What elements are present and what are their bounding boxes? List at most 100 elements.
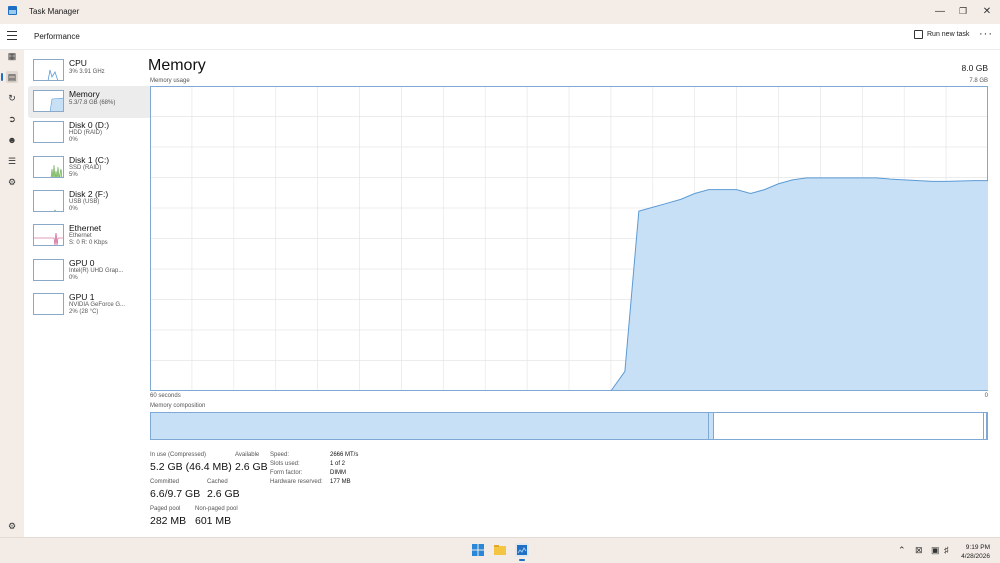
cached-label: Cached bbox=[207, 479, 228, 485]
detail-title: Memory bbox=[148, 57, 206, 74]
window-title: Task Manager bbox=[29, 7, 80, 16]
run-new-task-button[interactable]: Run new task bbox=[914, 30, 969, 39]
disk0-thumbnail bbox=[33, 121, 64, 143]
start-button[interactable] bbox=[471, 543, 485, 557]
services-icon[interactable]: ⚙ bbox=[6, 176, 18, 188]
speed-label: Speed: bbox=[270, 452, 290, 458]
memory-usage-graph bbox=[150, 86, 988, 391]
resource-detail: USB (USB) bbox=[69, 199, 100, 205]
memory-composition-bar bbox=[150, 412, 988, 440]
close-button[interactable]: ✕ bbox=[975, 1, 999, 21]
users-icon[interactable]: ☻ bbox=[6, 134, 18, 146]
run-task-icon bbox=[914, 30, 923, 39]
file-explorer-button[interactable] bbox=[493, 543, 507, 557]
volume-icon[interactable]: ♯ bbox=[944, 545, 949, 555]
in-use-label: In use (Compressed) bbox=[150, 452, 207, 458]
task-manager-taskbar-button[interactable] bbox=[515, 543, 529, 561]
performance-icon[interactable]: ▤ bbox=[1, 71, 18, 83]
startup-apps-icon[interactable]: ➲ bbox=[6, 113, 18, 125]
settings-icon[interactable]: ⚙ bbox=[6, 520, 18, 532]
slots-value: 1 of 2 bbox=[330, 461, 346, 467]
resource-disk1[interactable]: Disk 1 (C:) SSD (RAID) 5% bbox=[28, 155, 158, 187]
more-options-button[interactable]: ··· bbox=[979, 28, 993, 40]
run-new-task-label: Run new task bbox=[927, 31, 970, 38]
close-icon: ✕ bbox=[982, 5, 992, 17]
committed-value: 6.6/9.7 GB bbox=[150, 488, 201, 500]
resource-detail: 3% 3.91 GHz bbox=[69, 69, 105, 75]
paged-pool-value: 282 MB bbox=[150, 515, 187, 527]
header-bar: Performance Run new task ··· bbox=[0, 24, 1000, 50]
resource-name: Disk 0 (D:) bbox=[69, 120, 110, 130]
resource-detail: 5.3/7.8 GB (68%) bbox=[69, 100, 116, 106]
resource-detail: S: 0 R: 0 Kbps bbox=[69, 240, 108, 246]
performance-pane: CPU 3% 3.91 GHz Memory 5.3/7.8 GB (68%) … bbox=[24, 50, 1000, 537]
resource-detail: 2% (28 °C) bbox=[69, 309, 99, 315]
memory-usage-max: 7.8 GB bbox=[969, 78, 988, 84]
gpu0-thumbnail bbox=[33, 259, 64, 281]
graph-axis-right-label: 0 bbox=[984, 393, 988, 399]
disk1-thumbnail bbox=[33, 156, 64, 178]
minimize-button[interactable]: — bbox=[928, 1, 952, 21]
memory-total: 8.0 GB bbox=[961, 63, 988, 73]
memory-usage-label: Memory usage bbox=[150, 78, 190, 84]
available-label: Available bbox=[235, 452, 260, 458]
resource-detail: Intel(R) UHD Grap... bbox=[69, 268, 124, 274]
form-factor-value: DIMM bbox=[330, 470, 346, 476]
clock-time: 9:19 PM bbox=[965, 544, 990, 551]
resource-disk2[interactable]: Disk 2 (F:) USB (USB) 0% bbox=[28, 189, 158, 221]
taskbar-clock[interactable]: 9:19 PM 4/28/2026 bbox=[961, 543, 990, 561]
resource-detail: 0% bbox=[69, 137, 78, 143]
hardware-reserved-value: 177 MB bbox=[330, 479, 351, 485]
in-use-value: 5.2 GB (46.4 MB) bbox=[150, 461, 232, 473]
resource-disk0[interactable]: Disk 0 (D:) HDD (RAID) 0% bbox=[28, 120, 158, 152]
composition-segment-free[interactable] bbox=[983, 413, 987, 439]
gpu1-thumbnail bbox=[33, 293, 64, 315]
resource-detail: HDD (RAID) bbox=[69, 130, 102, 136]
speed-value: 2666 MT/s bbox=[330, 452, 359, 458]
resource-detail: 5% bbox=[69, 172, 78, 178]
resource-gpu0[interactable]: GPU 0 Intel(R) UHD Grap... 0% bbox=[28, 258, 158, 290]
cached-value: 2.6 GB bbox=[207, 488, 240, 500]
cpu-thumbnail bbox=[33, 59, 64, 81]
resource-gpu1[interactable]: GPU 1 NVIDIA GeForce G... 2% (28 °C) bbox=[28, 292, 158, 324]
restore-button[interactable]: ❐ bbox=[951, 1, 975, 21]
processes-icon[interactable]: ▦ bbox=[6, 50, 18, 62]
resource-name: Disk 1 (C:) bbox=[69, 155, 110, 165]
display-icon[interactable]: ▣ bbox=[931, 545, 940, 556]
composition-segment-in-use[interactable] bbox=[151, 413, 710, 439]
resource-detail: 0% bbox=[69, 275, 78, 281]
page-title: Performance bbox=[34, 32, 80, 41]
graph-axis-left-label: 60 seconds bbox=[150, 393, 181, 399]
memory-thumbnail bbox=[33, 90, 64, 112]
resource-ethernet[interactable]: Ethernet Ethernet S: 0 R: 0 Kbps bbox=[28, 223, 158, 255]
resource-detail: 0% bbox=[69, 206, 78, 212]
resource-name: GPU 1 bbox=[69, 292, 95, 302]
resource-name: Memory bbox=[69, 89, 100, 99]
hardware-reserved-label: Hardware reserved: bbox=[270, 479, 323, 485]
title-bar: Task Manager — ❐ ✕ bbox=[0, 0, 1000, 24]
taskbar: ⌃ ⊠ ▣ ♯ 9:19 PM 4/28/2026 bbox=[0, 537, 1000, 563]
memory-usage-area bbox=[610, 177, 988, 391]
hamburger-menu-icon[interactable] bbox=[7, 31, 17, 41]
app-history-icon[interactable]: ↻ bbox=[6, 92, 18, 104]
composition-segment-standby[interactable] bbox=[714, 413, 984, 439]
minimize-icon: — bbox=[935, 5, 945, 17]
resource-detail: SSD (RAID) bbox=[69, 165, 102, 171]
memory-composition-label: Memory composition bbox=[150, 403, 206, 409]
clock-date: 4/28/2026 bbox=[961, 553, 990, 560]
non-paged-pool-label: Non-paged pool bbox=[195, 506, 238, 512]
ethernet-thumbnail bbox=[33, 224, 64, 246]
folder-icon bbox=[494, 545, 506, 555]
chevron-up-icon[interactable]: ⌃ bbox=[898, 545, 906, 556]
resource-memory[interactable]: Memory 5.3/7.8 GB (68%) bbox=[28, 86, 158, 118]
details-icon[interactable]: ☰ bbox=[6, 155, 18, 167]
resource-name: GPU 0 bbox=[69, 258, 95, 268]
resource-detail: Ethernet bbox=[69, 233, 92, 239]
disk2-thumbnail bbox=[33, 190, 64, 212]
network-icon[interactable]: ⊠ bbox=[915, 545, 923, 556]
paged-pool-label: Paged pool bbox=[150, 506, 181, 512]
resource-name: CPU bbox=[69, 58, 87, 68]
restore-icon: ❐ bbox=[958, 5, 968, 16]
task-manager-icon bbox=[517, 545, 527, 555]
task-manager-icon bbox=[8, 6, 17, 15]
